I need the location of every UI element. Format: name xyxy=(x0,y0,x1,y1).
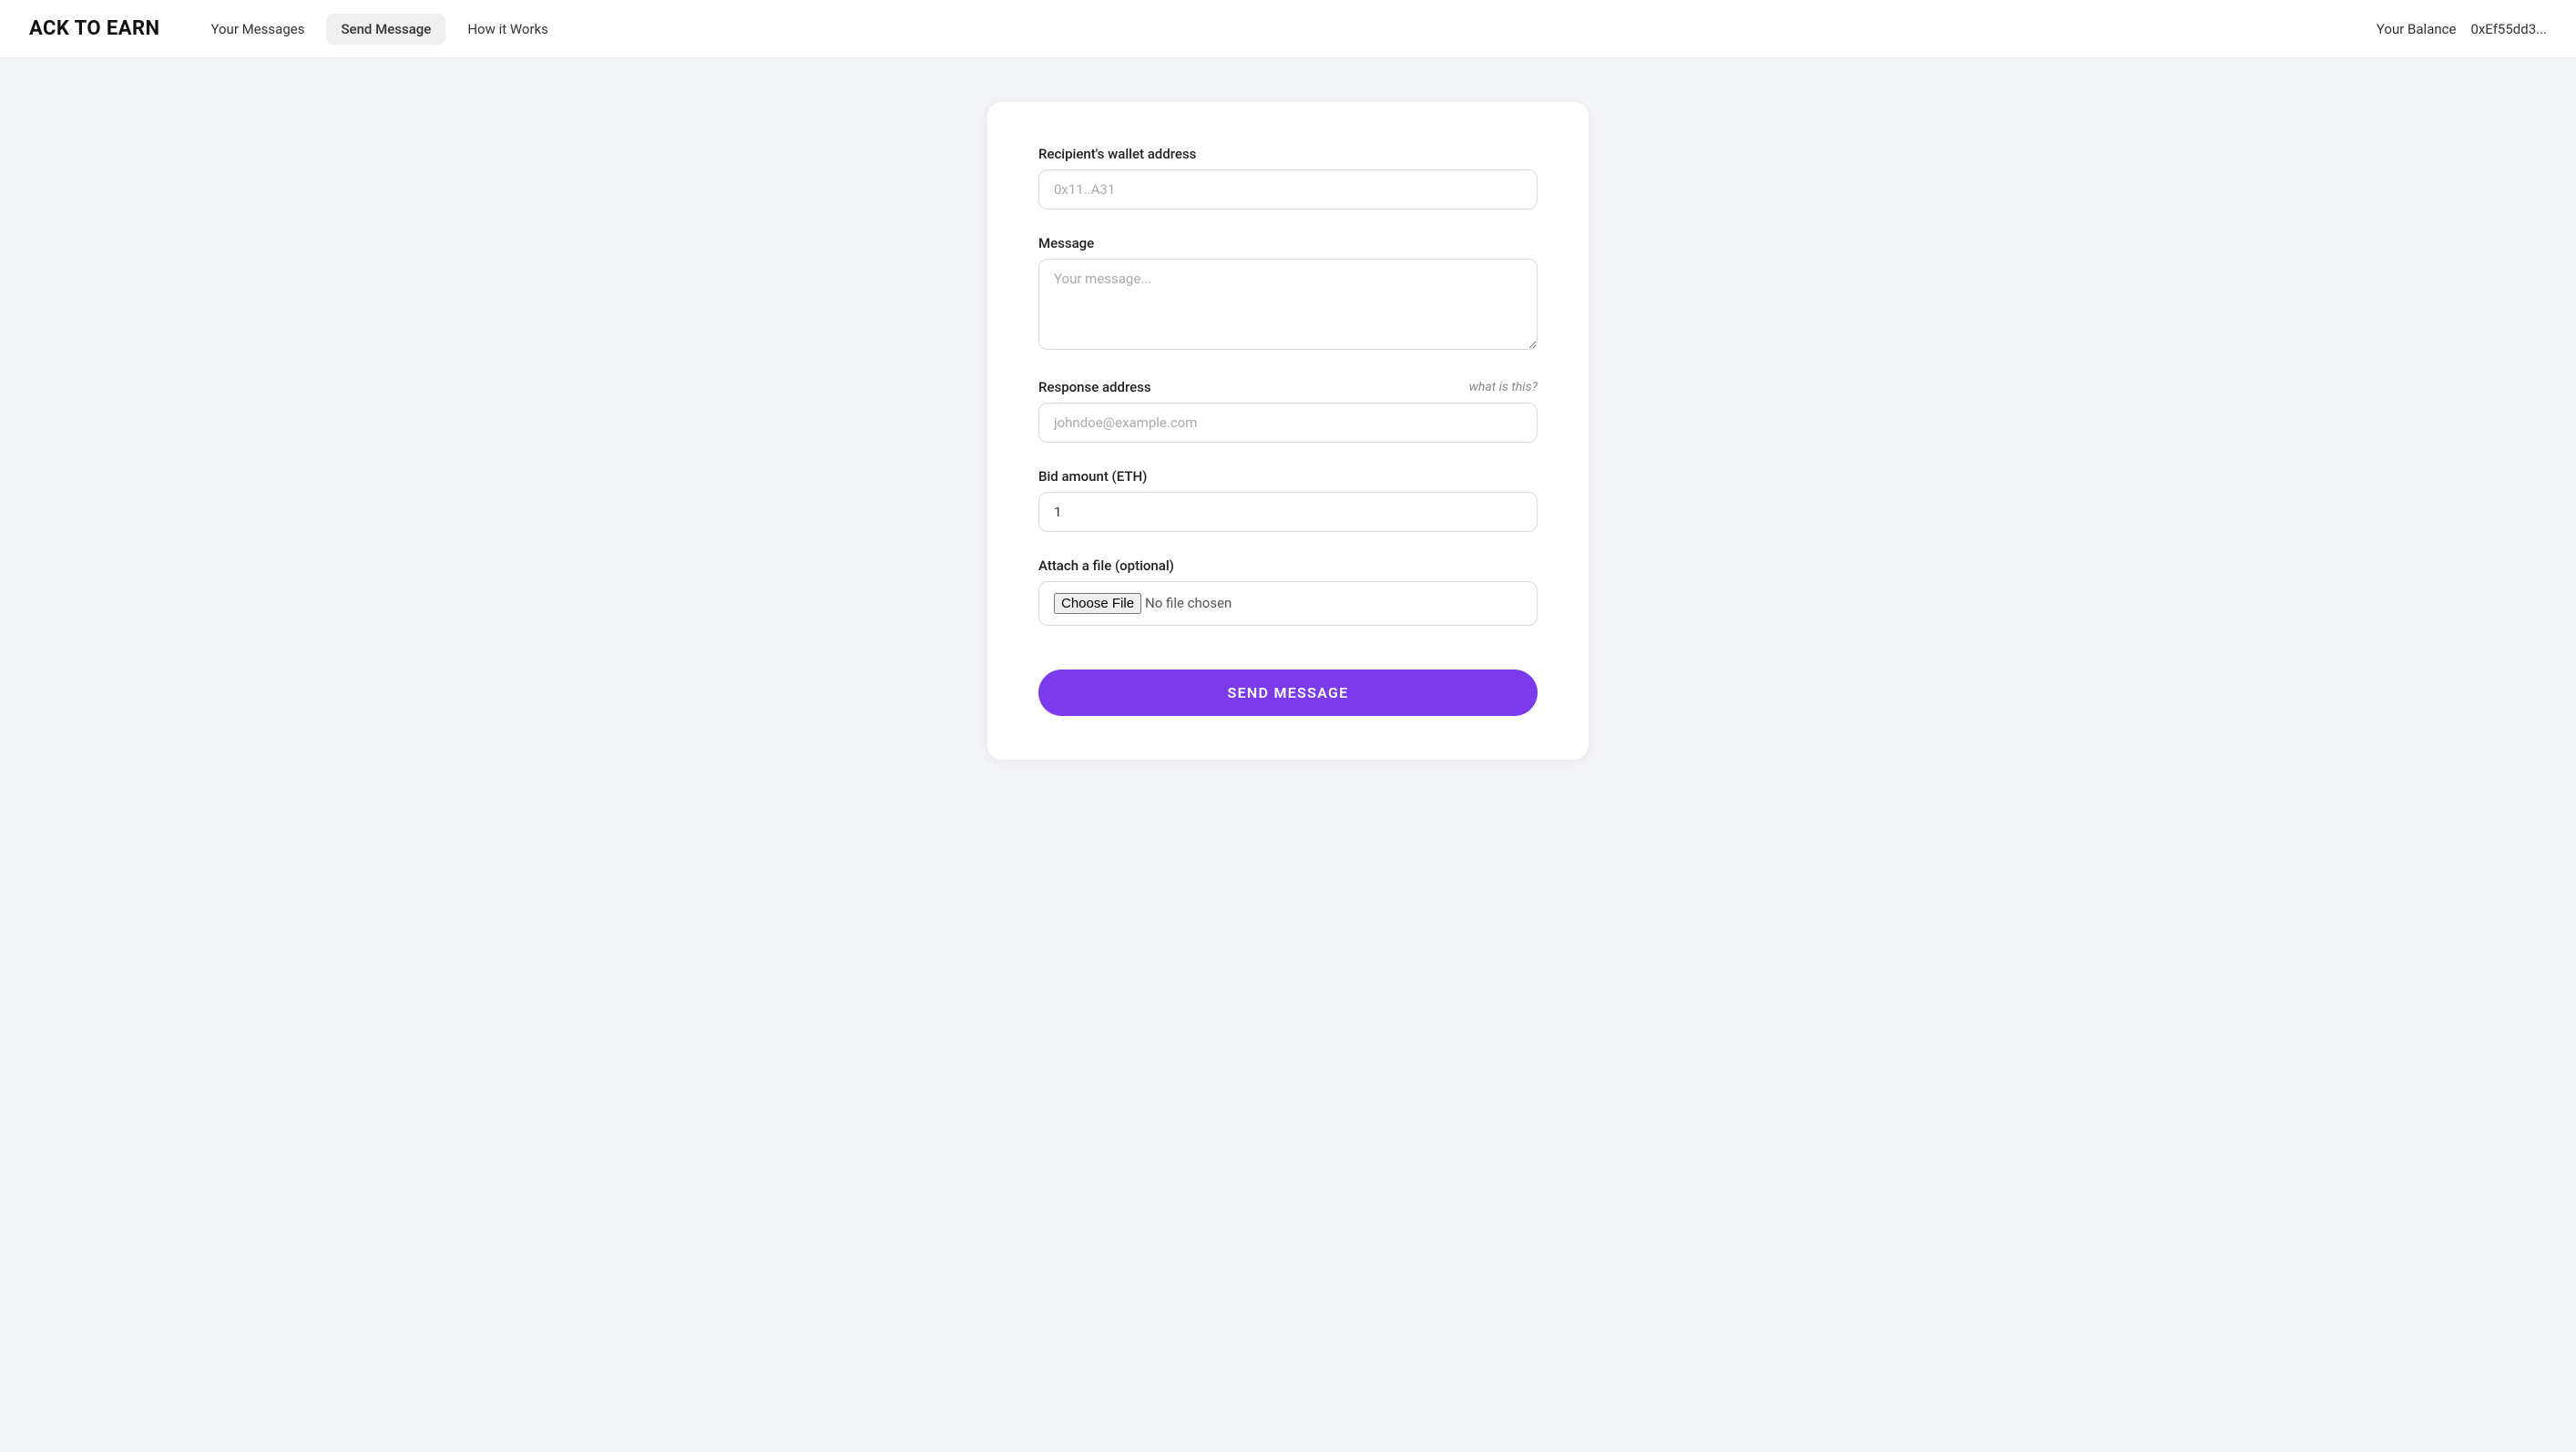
file-input[interactable] xyxy=(1054,593,1522,614)
response-label: Response address xyxy=(1038,379,1151,395)
attach-label: Attach a file (optional) xyxy=(1038,557,1538,574)
what-is-this-link[interactable]: what is this? xyxy=(1469,380,1538,394)
message-label: Message xyxy=(1038,235,1538,251)
recipient-group: Recipient's wallet address xyxy=(1038,146,1538,210)
message-textarea[interactable] xyxy=(1038,259,1538,350)
nav-your-messages[interactable]: Your Messages xyxy=(196,14,319,45)
balance-label: Your Balance xyxy=(2377,21,2457,37)
brand-prefix: ACK TO xyxy=(29,17,107,40)
nav-how-it-works[interactable]: How it Works xyxy=(453,14,563,45)
recipient-input[interactable] xyxy=(1038,169,1538,210)
recipient-label: Recipient's wallet address xyxy=(1038,146,1538,162)
form-card: Recipient's wallet address Message Respo… xyxy=(987,102,1589,760)
brand-suffix: EARN xyxy=(107,17,160,40)
navbar-links: Your Messages Send Message How it Works xyxy=(196,14,2376,45)
file-input-wrapper xyxy=(1038,581,1538,626)
message-group: Message xyxy=(1038,235,1538,353)
main-content: Recipient's wallet address Message Respo… xyxy=(0,58,2576,803)
wallet-address: 0xEf55dd3... xyxy=(2470,21,2547,37)
attach-group: Attach a file (optional) xyxy=(1038,557,1538,626)
brand-logo[interactable]: ACK TO EARN xyxy=(29,17,159,40)
navbar-right: Your Balance 0xEf55dd3... xyxy=(2377,21,2547,37)
response-group: Response address what is this? xyxy=(1038,379,1538,443)
response-label-row: Response address what is this? xyxy=(1038,379,1538,395)
bid-group: Bid amount (ETH) xyxy=(1038,468,1538,532)
navbar: ACK TO EARN Your Messages Send Message H… xyxy=(0,0,2576,58)
send-message-button[interactable]: SEND MESSAGE xyxy=(1038,670,1538,716)
bid-label: Bid amount (ETH) xyxy=(1038,468,1538,485)
response-input[interactable] xyxy=(1038,403,1538,443)
bid-input[interactable] xyxy=(1038,492,1538,532)
nav-send-message[interactable]: Send Message xyxy=(326,14,445,45)
